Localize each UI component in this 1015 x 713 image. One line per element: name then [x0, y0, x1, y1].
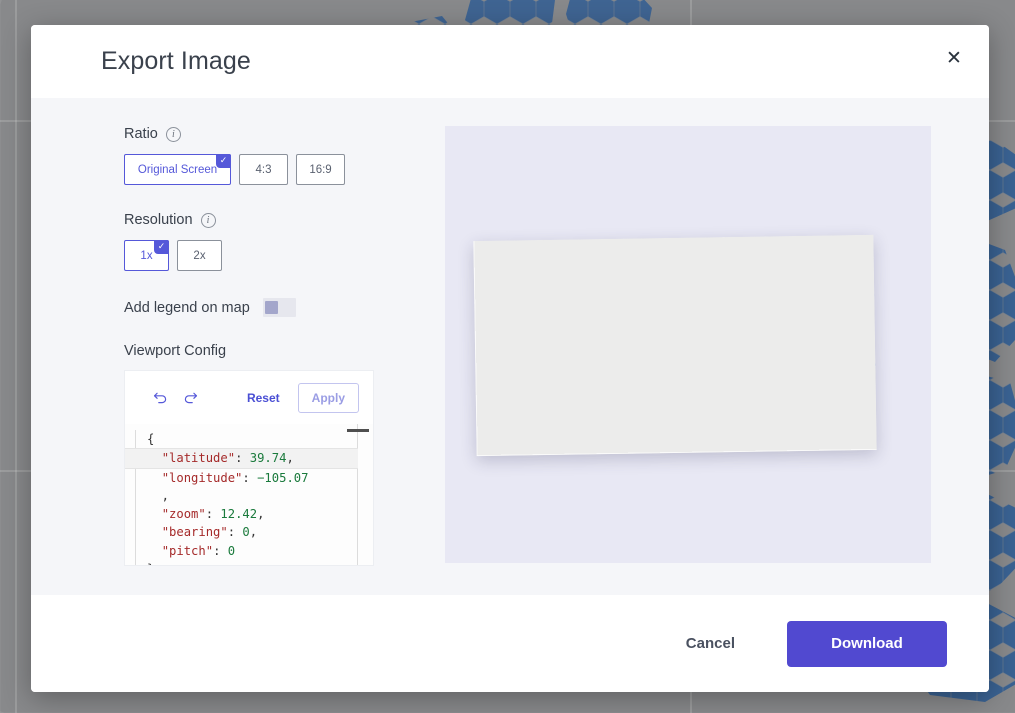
close-icon[interactable]: ✕	[940, 44, 968, 72]
viewport-config-label: Viewport Config	[124, 343, 227, 359]
code-line: "latitude": 39.74,	[125, 448, 358, 469]
map-preview-basemap	[473, 234, 877, 457]
json-punctuation: :	[205, 507, 221, 522]
export-options-pane: Ratio i Original Screen ✓ 4:3 16:9 Resol…	[89, 126, 434, 595]
json-key: "longitude"	[161, 470, 243, 485]
json-punctuation: {	[147, 432, 155, 446]
json-punctuation: ,	[286, 451, 294, 466]
editor-toolbar: Reset Apply	[125, 371, 373, 424]
download-button[interactable]: Download	[787, 620, 947, 667]
json-punctuation: :	[227, 525, 243, 540]
export-image-modal: Export Image ✕ Ratio i Original Screen ✓…	[31, 25, 989, 692]
legend-toggle-row: Add legend on map	[124, 298, 434, 317]
reset-button[interactable]: Reset	[239, 387, 288, 409]
json-punctuation: ,	[257, 507, 265, 522]
background-road	[15, 0, 17, 713]
ratio-label: Ratio	[124, 126, 158, 142]
json-key: "zoom"	[161, 507, 206, 522]
resolution-button-group: 1x ✓ 2x	[124, 240, 434, 271]
json-punctuation: }	[147, 562, 154, 565]
json-value: 12.42	[220, 507, 258, 522]
json-key: "latitude"	[161, 451, 236, 466]
code-line: "pitch": 0	[125, 542, 373, 560]
viewport-config-code[interactable]: { "latitude": 39.74, "longitude": −105.0…	[125, 424, 373, 565]
ratio-label-row: Ratio i	[124, 126, 434, 142]
modal-footer: Cancel Download	[31, 595, 989, 692]
ratio-option-original-screen[interactable]: Original Screen ✓	[124, 154, 231, 185]
toggle-knob	[264, 301, 278, 314]
code-line: {	[125, 430, 373, 448]
cancel-button[interactable]: Cancel	[668, 625, 753, 662]
info-icon[interactable]: i	[165, 126, 181, 142]
ratio-button-group: Original Screen ✓ 4:3 16:9	[124, 154, 434, 185]
json-value: 0	[242, 525, 250, 540]
code-line-list: { "latitude": 39.74, "longitude": −105.0…	[125, 430, 373, 565]
export-preview-pane: CLEAR CK VALLEY HIGHLAND VILLAGE OAK LAN…	[445, 126, 931, 563]
check-icon: ✓	[216, 154, 231, 168]
json-punctuation: :	[213, 543, 228, 558]
resolution-option-2x[interactable]: 2x	[177, 240, 222, 271]
json-punctuation: ,	[147, 488, 170, 503]
ratio-option-4-3[interactable]: 4:3	[239, 154, 288, 185]
code-line: "zoom": 12.42,	[125, 505, 373, 523]
resolution-option-label: 1x	[140, 249, 153, 262]
json-punctuation: ,	[249, 525, 258, 540]
modal-body: Ratio i Original Screen ✓ 4:3 16:9 Resol…	[31, 98, 989, 595]
json-key: "bearing"	[161, 525, 228, 540]
info-icon[interactable]: i	[200, 212, 216, 228]
page-title: Export Image	[101, 47, 251, 75]
code-line: "bearing": 0,	[125, 523, 373, 541]
legend-toggle[interactable]	[262, 298, 296, 317]
ratio-option-16-9[interactable]: 16:9	[296, 154, 345, 185]
resolution-option-1x[interactable]: 1x ✓	[124, 240, 169, 271]
undo-icon[interactable]	[145, 384, 175, 412]
json-value: 0	[227, 543, 236, 558]
resolution-label-row: Resolution i	[124, 212, 434, 228]
map-preview-image: CLEAR CK VALLEY HIGHLAND VILLAGE OAK LAN…	[473, 234, 877, 457]
viewport-config-editor: Reset Apply { "latitude": 39.74, "longit…	[124, 370, 374, 566]
legend-label: Add legend on map	[124, 299, 250, 316]
json-punctuation: :	[235, 451, 250, 466]
apply-button[interactable]: Apply	[297, 382, 359, 413]
redo-icon[interactable]	[175, 384, 205, 412]
ratio-option-label: Original Screen	[137, 163, 218, 176]
resolution-label: Resolution	[124, 212, 193, 228]
json-value: −105.07	[257, 470, 309, 485]
code-line: }	[125, 560, 373, 565]
resolution-option-label: 2x	[193, 249, 206, 262]
ratio-option-label: 4:3	[255, 163, 272, 176]
check-icon: ✓	[154, 240, 169, 254]
json-value: 39.74	[249, 451, 287, 466]
code-line: "longitude": −105.07	[125, 469, 373, 487]
ratio-option-label: 16:9	[309, 163, 332, 176]
modal-header: Export Image ✕	[31, 25, 989, 98]
code-line: ,	[125, 487, 373, 505]
json-punctuation: :	[242, 470, 258, 485]
json-key: "pitch"	[161, 543, 214, 558]
